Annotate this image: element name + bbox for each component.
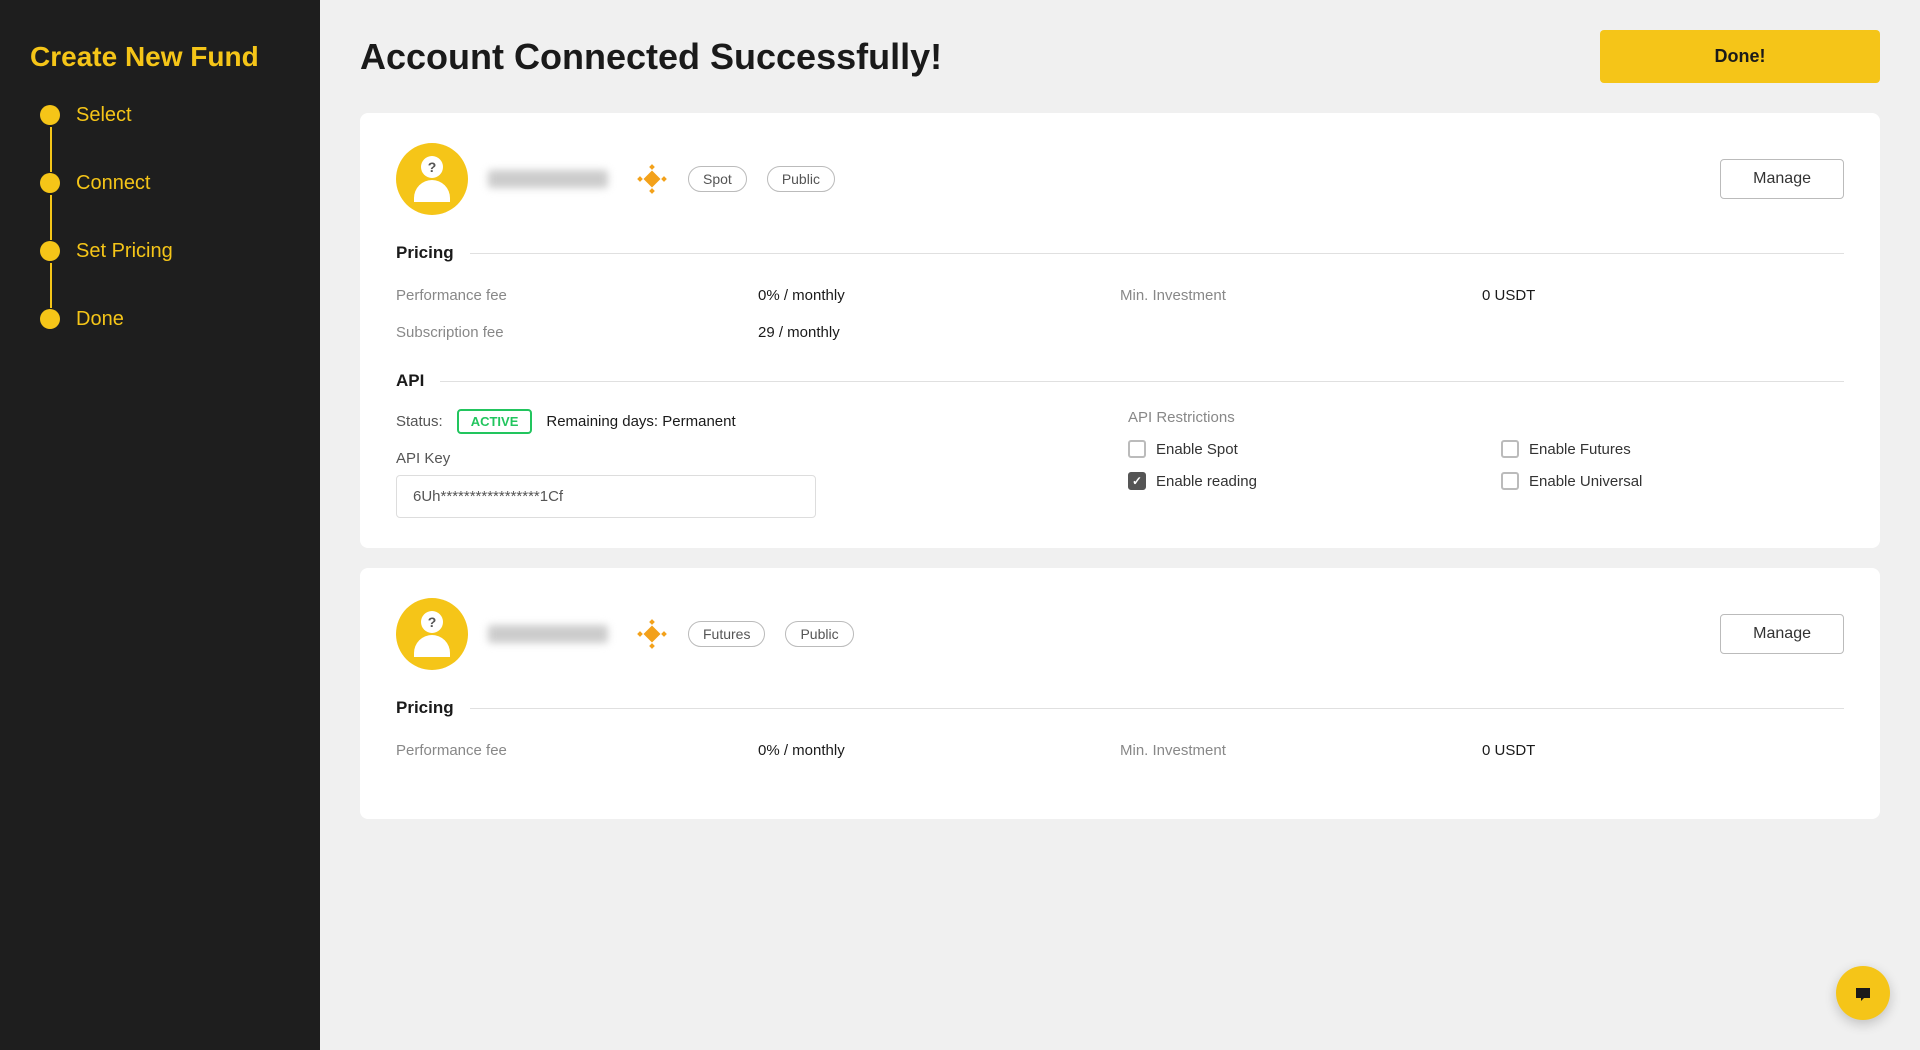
enable-spot-label-1: Enable Spot (1156, 441, 1238, 458)
checkbox-enable-reading-1[interactable]: ✓ Enable reading (1128, 472, 1471, 490)
checkbox-enable-futures-1[interactable]: Enable Futures (1501, 440, 1844, 458)
api-line-1 (440, 381, 1844, 382)
tag-futures-2: Futures (688, 621, 765, 647)
pricing-line-1 (470, 253, 1844, 254)
min-inv-label-1: Min. Investment (1120, 281, 1482, 310)
pricing-grid-1: Performance fee 0% / monthly Min. Invest… (396, 281, 1844, 347)
step-label-set-pricing: Set Pricing (76, 240, 173, 263)
fund-card-1: ? Spot Public Manage Pricing (360, 113, 1880, 548)
checkbox-enable-spot-1[interactable]: Enable Spot (1128, 440, 1471, 458)
tag-spot-1: Spot (688, 166, 747, 192)
enable-reading-label-1: Enable reading (1156, 473, 1257, 490)
avatar-head-2: ? (421, 611, 443, 633)
step-connect[interactable]: Connect (40, 172, 290, 195)
binance-icon-1 (636, 163, 668, 195)
binance-icon-2 (636, 618, 668, 650)
step-label-connect: Connect (76, 172, 151, 195)
enable-futures-box-1[interactable] (1501, 440, 1519, 458)
sub-fee-value-1: 29 / monthly (758, 318, 1120, 347)
api-key-input-1[interactable] (396, 475, 816, 518)
step-dot-done (40, 309, 60, 329)
step-connector-1 (50, 127, 52, 172)
checkbox-enable-universal-1[interactable]: Enable Universal (1501, 472, 1844, 490)
pricing-line-2 (470, 708, 1844, 709)
sub-fee-label-1: Subscription fee (396, 318, 758, 347)
enable-universal-label-1: Enable Universal (1529, 473, 1642, 490)
avatar-person-1: ? (414, 156, 450, 202)
api-status-badge-1: ACTIVE (457, 409, 533, 434)
api-right-1: API Restrictions Enable Spot Enable Futu… (1128, 409, 1844, 518)
min-inv-label-2: Min. Investment (1120, 736, 1482, 765)
chat-button[interactable] (1836, 966, 1890, 1020)
min-inv-value-2: 0 USDT (1482, 736, 1844, 765)
step-dot-select (40, 105, 60, 125)
api-status-row-1: Status: ACTIVE Remaining days: Permanent (396, 409, 1112, 434)
api-left-1: Status: ACTIVE Remaining days: Permanent… (396, 409, 1112, 518)
step-set-pricing[interactable]: Set Pricing (40, 240, 290, 263)
perf-fee-label-1: Performance fee (396, 281, 758, 310)
step-connector-2 (50, 195, 52, 240)
api-label-1: API (396, 371, 424, 391)
enable-reading-box-1[interactable]: ✓ (1128, 472, 1146, 490)
perf-fee-value-1: 0% / monthly (758, 281, 1120, 310)
fund-card-2: ? Futures Public Manage Pricing (360, 568, 1880, 819)
manage-button-1[interactable]: Manage (1720, 159, 1844, 199)
pricing-label-1: Pricing (396, 243, 454, 263)
main-content: Account Connected Successfully! Done! ? (320, 0, 1920, 1050)
step-connector-3 (50, 263, 52, 308)
avatar-body-2 (414, 635, 450, 657)
page-header: Account Connected Successfully! Done! (360, 30, 1880, 83)
fund-avatar-2: ? (396, 598, 468, 670)
check-mark-reading: ✓ (1132, 474, 1142, 488)
page-title: Account Connected Successfully! (360, 36, 942, 78)
enable-spot-box-1[interactable] (1128, 440, 1146, 458)
enable-universal-box-1[interactable] (1501, 472, 1519, 490)
fund-avatar-1: ? (396, 143, 468, 215)
avatar-person-2: ? (414, 611, 450, 657)
api-divider-1: API (396, 371, 1844, 391)
steps-container: Select Connect Set Pricing Done (30, 104, 290, 331)
fund-name-1 (488, 170, 608, 188)
api-remaining-1: Remaining days: Permanent (546, 413, 735, 430)
done-button[interactable]: Done! (1600, 30, 1880, 83)
manage-button-2[interactable]: Manage (1720, 614, 1844, 654)
tag-public-1: Public (767, 166, 835, 192)
step-select[interactable]: Select (40, 104, 290, 127)
pricing-label-2: Pricing (396, 698, 454, 718)
api-grid-1: Status: ACTIVE Remaining days: Permanent… (396, 409, 1844, 518)
pricing-grid-2: Performance fee 0% / monthly Min. Invest… (396, 736, 1844, 765)
pricing-divider-2: Pricing (396, 698, 1844, 718)
min-inv-value-1: 0 USDT (1482, 281, 1844, 310)
api-status-label-1: Status: (396, 413, 443, 430)
perf-fee-label-2: Performance fee (396, 736, 758, 765)
pricing-divider-1: Pricing (396, 243, 1844, 263)
step-label-select: Select (76, 104, 132, 127)
perf-fee-value-2: 0% / monthly (758, 736, 1120, 765)
step-dot-connect (40, 173, 60, 193)
enable-futures-label-1: Enable Futures (1529, 441, 1631, 458)
fund-header-2: ? Futures Public Manage (396, 598, 1844, 670)
step-label-done: Done (76, 308, 124, 331)
checkboxes-grid-1: Enable Spot Enable Futures ✓ Enable read… (1128, 440, 1844, 490)
restrictions-title-1: API Restrictions (1128, 409, 1844, 426)
sidebar: Create New Fund Select Connect Set Prici… (0, 0, 320, 1050)
fund-name-2 (488, 625, 608, 643)
avatar-head-1: ? (421, 156, 443, 178)
sidebar-title: Create New Fund (30, 40, 290, 74)
step-dot-set-pricing (40, 241, 60, 261)
fund-header-1: ? Spot Public Manage (396, 143, 1844, 215)
tag-public-2: Public (785, 621, 853, 647)
step-done[interactable]: Done (40, 308, 290, 331)
avatar-body-1 (414, 180, 450, 202)
api-key-label-1: API Key (396, 450, 1112, 467)
